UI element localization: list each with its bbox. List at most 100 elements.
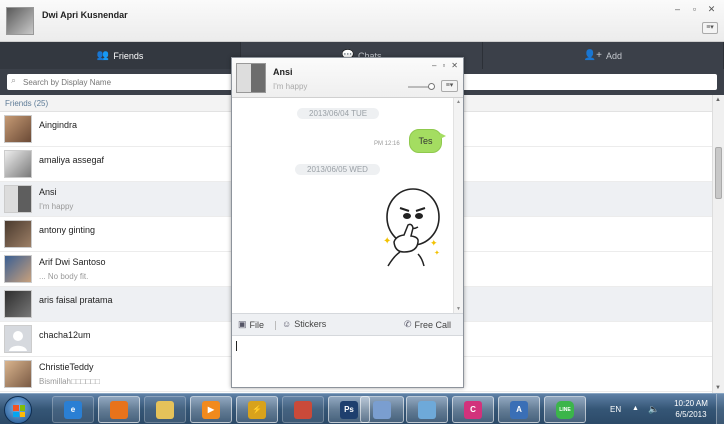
scroll-thumb[interactable] xyxy=(715,147,722,199)
winamp-icon: ⚡ xyxy=(248,400,266,419)
tab-friends[interactable]: 👥 Friends xyxy=(0,42,242,69)
close-icon[interactable]: ✕ xyxy=(451,61,458,70)
stickers-button[interactable]: ☺ Stickers xyxy=(282,319,326,329)
avatar[interactable] xyxy=(236,63,266,93)
language-indicator[interactable]: EN xyxy=(610,405,621,414)
taskbar-button[interactable] xyxy=(98,396,140,423)
scroll-up-icon[interactable]: ▲ xyxy=(456,99,461,105)
taskbar-button[interactable] xyxy=(406,396,448,423)
tab-add-label: Add xyxy=(605,50,622,61)
thumbs-up-character-sticker[interactable]: ✦ ✦ ✦ xyxy=(380,184,442,269)
firefox-icon xyxy=(110,400,128,419)
taskbar-button[interactable]: ⚡ xyxy=(236,396,278,423)
system-clock[interactable]: 10:20 AM 6/5/2013 xyxy=(668,398,714,420)
scroll-up-icon[interactable]: ▲ xyxy=(715,97,721,103)
taskbar-button[interactable]: e xyxy=(52,396,94,423)
start-button[interactable] xyxy=(4,396,32,424)
taskbar-button[interactable] xyxy=(282,396,324,423)
photoshop-icon: Ps xyxy=(340,400,358,419)
message-text: Tes xyxy=(418,136,433,146)
maximize-icon[interactable]: ▫ xyxy=(442,61,445,70)
tab-friends-label: Friends xyxy=(113,50,144,61)
chat-scrollbar[interactable]: ▲ ▼ xyxy=(453,98,463,313)
friend-name: Ansi xyxy=(39,187,57,197)
tab-add[interactable]: 👤+ Add xyxy=(483,42,724,69)
floppy-disk-icon: ▣ xyxy=(238,319,247,329)
slider-knob[interactable] xyxy=(428,83,435,90)
chat-window-controls: – ▫ ✕ xyxy=(432,61,458,70)
friend-name: ChristieTeddy xyxy=(39,362,94,372)
friends-scrollbar[interactable]: ▲ ▼ xyxy=(712,95,724,393)
file-explorer-icon xyxy=(156,400,174,419)
corel-icon: C xyxy=(464,400,482,419)
title-bar: Dwi Apri Kusnendar – ▫ ✕ ≡▾ xyxy=(0,0,724,42)
friend-name: antony ginting xyxy=(39,225,96,235)
chat-menu-button[interactable]: ≡▾ xyxy=(441,80,458,92)
show-desktop-button[interactable] xyxy=(716,394,724,424)
taskbar-button[interactable]: LINE xyxy=(544,396,586,423)
add-person-icon: 👤+ xyxy=(583,50,602,61)
avatar xyxy=(4,185,32,213)
friend-status: Bismillah□□□□□□ xyxy=(39,377,100,386)
avatar xyxy=(4,115,32,143)
chrome-icon xyxy=(294,400,312,419)
phone-icon: ✆ xyxy=(404,319,412,329)
sent-message-bubble[interactable]: Tes xyxy=(409,129,446,153)
file-label: File xyxy=(249,319,265,330)
taskbar-button[interactable]: A xyxy=(498,396,540,423)
my-avatar[interactable] xyxy=(6,7,34,35)
chat-window: Ansi I'm happy – ▫ ✕ ≡▾ 2013/06/04 TUE P… xyxy=(231,57,464,388)
minimize-icon[interactable]: – xyxy=(673,4,682,15)
main-menu-button[interactable]: ≡▾ xyxy=(702,22,718,34)
avatar xyxy=(4,325,32,353)
windows-logo-icon xyxy=(13,405,25,417)
friend-status: I'm happy xyxy=(39,202,74,211)
line-icon: LINE xyxy=(556,400,574,419)
svg-text:✦: ✦ xyxy=(383,236,391,247)
taskbar-button[interactable]: C xyxy=(452,396,494,423)
friend-name: aris faisal pratama xyxy=(39,295,113,305)
clock-time: 10:20 AM xyxy=(674,399,708,408)
message-input[interactable] xyxy=(232,336,463,387)
friend-status: ... No body fit. xyxy=(39,272,89,281)
close-icon[interactable]: ✕ xyxy=(707,4,716,15)
transparency-slider[interactable] xyxy=(408,83,435,90)
friend-name: Aingindra xyxy=(39,120,78,130)
avatar xyxy=(4,150,32,178)
avatar xyxy=(4,360,32,388)
maximize-icon[interactable]: ▫ xyxy=(690,4,699,15)
media-player-icon: ▶ xyxy=(202,400,220,419)
svg-text:✦: ✦ xyxy=(430,238,438,248)
paint-icon xyxy=(373,400,391,419)
default-avatar-icon xyxy=(9,331,27,351)
scroll-down-icon[interactable]: ▼ xyxy=(456,306,461,312)
message-time: PM 12:16 xyxy=(374,141,400,147)
window-controls: – ▫ ✕ xyxy=(673,4,716,15)
chat-header: Ansi I'm happy – ▫ ✕ ≡▾ xyxy=(232,58,463,98)
svg-text:✦: ✦ xyxy=(434,249,440,257)
taskbar-button[interactable]: ▶ xyxy=(190,396,232,423)
chat-contact-status: I'm happy xyxy=(273,82,308,91)
internet-explorer-icon: e xyxy=(64,400,82,419)
chat-contact-name: Ansi xyxy=(273,67,293,77)
scroll-down-icon[interactable]: ▼ xyxy=(715,385,721,391)
volume-icon[interactable]: 🔈 xyxy=(648,404,659,415)
toolbar-divider xyxy=(275,321,276,330)
taskbar-button[interactable] xyxy=(360,396,404,423)
people-icon: 👥 xyxy=(96,50,110,61)
text-caret xyxy=(236,341,237,351)
document-icon xyxy=(418,400,436,419)
my-display-name: Dwi Apri Kusnendar xyxy=(42,10,128,20)
taskbar-button[interactable] xyxy=(144,396,186,423)
friend-name: chacha12um xyxy=(39,330,91,340)
show-hidden-icons-icon[interactable]: ▲ xyxy=(632,405,639,412)
date-separator: 2013/06/04 TUE xyxy=(297,108,380,119)
free-call-button[interactable]: ✆ Free Call xyxy=(404,319,451,330)
avatar xyxy=(4,220,32,248)
windows-taskbar: e ▶ ⚡ Ps C A LINE EN ▲ 🔈 10:20 AM 6/5/2013 xyxy=(0,393,724,424)
message-area: 2013/06/04 TUE PM 12:16 Tes 2013/06/05 W… xyxy=(232,98,463,313)
sticker-icon: ☺ xyxy=(282,319,292,329)
minimize-icon[interactable]: – xyxy=(432,61,436,70)
file-button[interactable]: ▣ File xyxy=(238,319,264,330)
avatar xyxy=(4,290,32,318)
